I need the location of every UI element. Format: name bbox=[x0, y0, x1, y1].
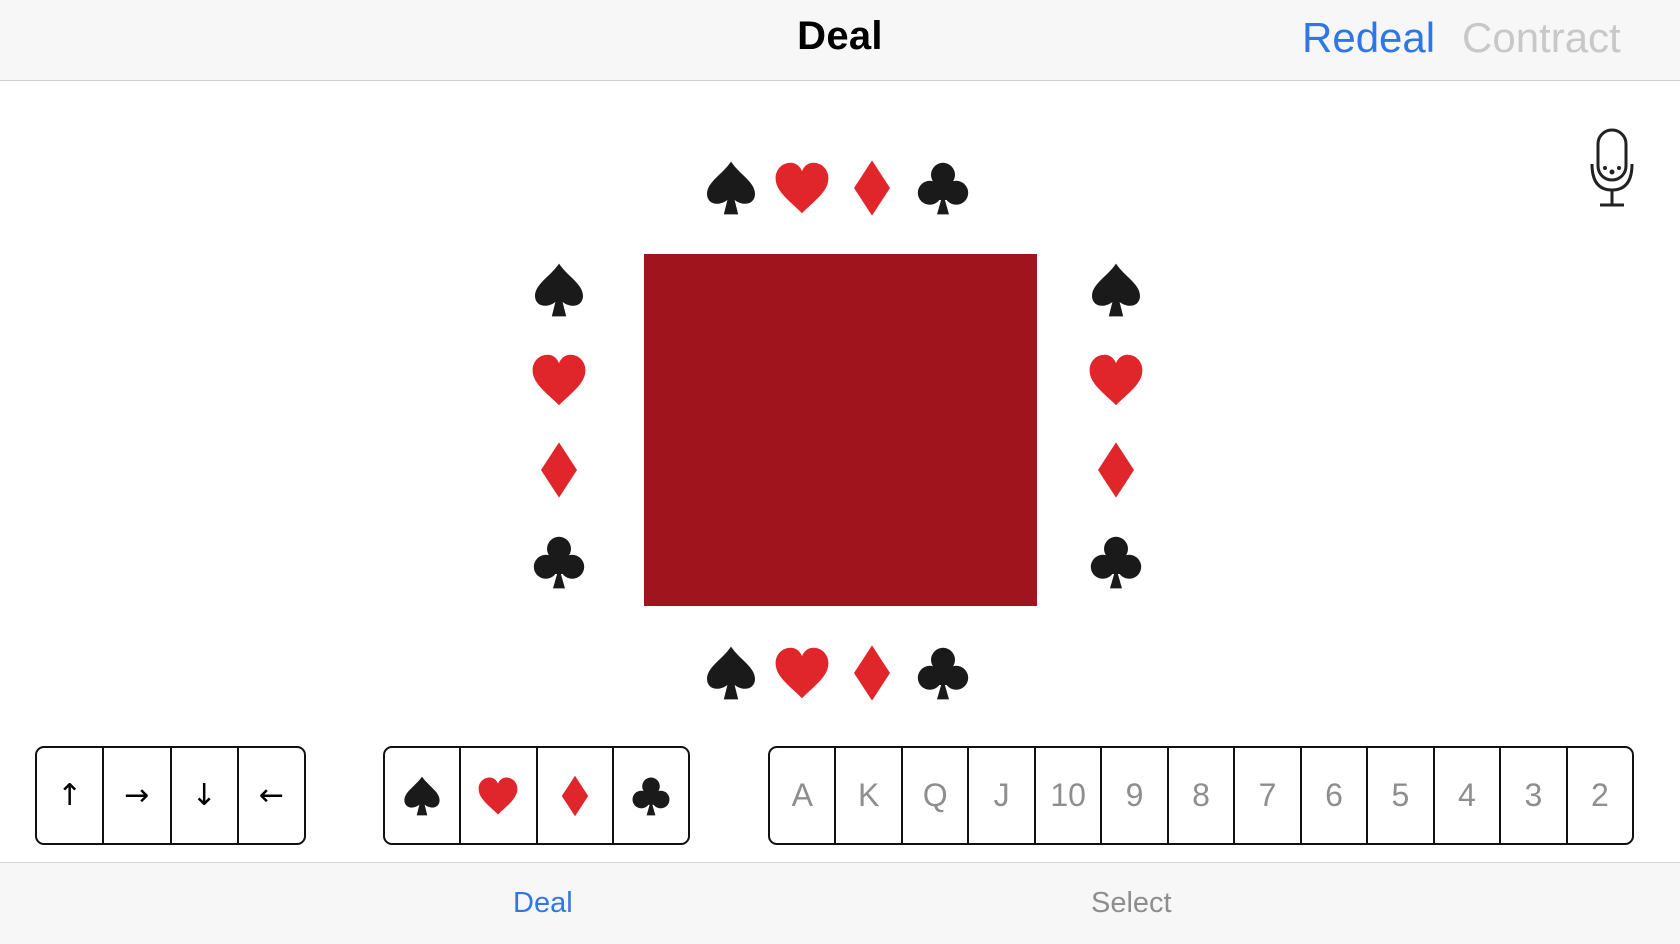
club-icon bbox=[913, 158, 973, 218]
table-area bbox=[644, 254, 1037, 606]
spade-button[interactable] bbox=[385, 748, 459, 843]
club-icon bbox=[1086, 532, 1146, 592]
club-icon bbox=[629, 774, 673, 818]
microphone-icon[interactable] bbox=[1588, 128, 1636, 210]
heart-icon bbox=[772, 158, 832, 218]
heart-icon bbox=[529, 350, 589, 410]
rank-selector: A K Q J 10 9 8 7 6 5 4 3 2 bbox=[768, 746, 1634, 845]
club-icon bbox=[913, 643, 973, 703]
rank-button-8[interactable]: 8 bbox=[1166, 748, 1233, 843]
rank-button-4[interactable]: 4 bbox=[1432, 748, 1499, 843]
spade-icon bbox=[1086, 260, 1146, 320]
left-arrow-button[interactable]: ← bbox=[236, 748, 304, 843]
diamond-icon bbox=[553, 774, 597, 818]
direction-selector: ↑ → ↓ ← bbox=[35, 746, 306, 845]
rank-button-5[interactable]: 5 bbox=[1366, 748, 1432, 843]
right-arrow-button[interactable]: → bbox=[102, 748, 169, 843]
tab-bar: Deal Select bbox=[0, 862, 1680, 944]
rank-button-9[interactable]: 9 bbox=[1100, 748, 1166, 843]
rank-button-q[interactable]: Q bbox=[900, 748, 967, 843]
spade-icon bbox=[701, 158, 761, 218]
diamond-button[interactable] bbox=[535, 748, 612, 843]
down-arrow-button[interactable]: ↓ bbox=[169, 748, 237, 843]
rank-button-k[interactable]: K bbox=[834, 748, 900, 843]
club-icon bbox=[529, 532, 589, 592]
rank-button-a[interactable]: A bbox=[770, 748, 834, 843]
suit-selector bbox=[383, 746, 690, 845]
rank-button-2[interactable]: 2 bbox=[1565, 748, 1632, 843]
club-button[interactable] bbox=[611, 748, 688, 843]
tab-select[interactable]: Select bbox=[1091, 887, 1172, 920]
heart-icon bbox=[772, 643, 832, 703]
spade-icon bbox=[529, 260, 589, 320]
rank-button-3[interactable]: 3 bbox=[1499, 748, 1565, 843]
diamond-icon bbox=[1086, 440, 1146, 500]
rank-button-j[interactable]: J bbox=[967, 748, 1033, 843]
redeal-button[interactable]: Redeal bbox=[1302, 14, 1435, 62]
rank-button-6[interactable]: 6 bbox=[1299, 748, 1366, 843]
spade-icon bbox=[400, 774, 444, 818]
diamond-icon bbox=[842, 643, 902, 703]
heart-icon bbox=[1086, 350, 1146, 410]
tab-deal[interactable]: Deal bbox=[513, 887, 573, 920]
heart-icon bbox=[476, 774, 520, 818]
contract-button[interactable]: Contract bbox=[1462, 14, 1621, 62]
up-arrow-button[interactable]: ↑ bbox=[37, 748, 102, 843]
diamond-icon bbox=[842, 158, 902, 218]
navigation-bar: Deal Redeal Contract bbox=[0, 0, 1680, 81]
rank-button-7[interactable]: 7 bbox=[1233, 748, 1299, 843]
spade-icon bbox=[701, 643, 761, 703]
diamond-icon bbox=[529, 440, 589, 500]
heart-button[interactable] bbox=[459, 748, 535, 843]
rank-button-10[interactable]: 10 bbox=[1033, 748, 1100, 843]
